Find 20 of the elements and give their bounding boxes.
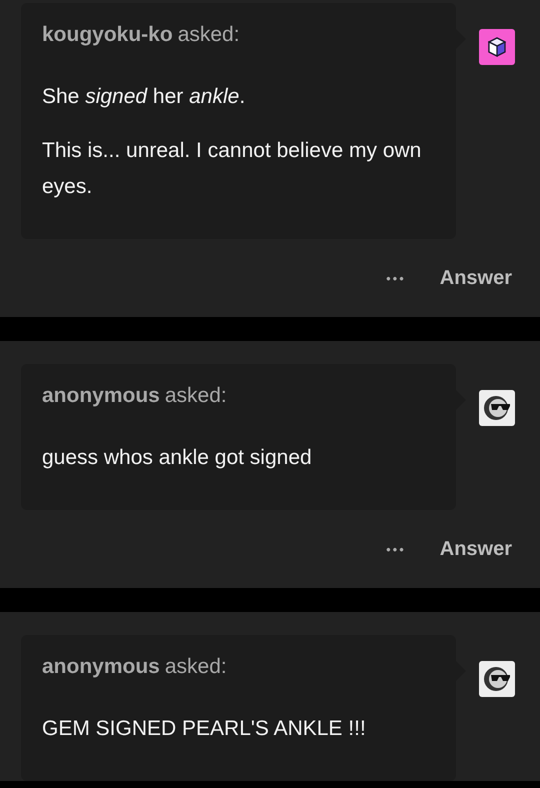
avatar[interactable] <box>479 29 515 65</box>
question-text: She signed her ankle. <box>42 84 246 110</box>
answer-button[interactable]: Answer <box>440 266 512 290</box>
sunglasses-face-icon <box>483 666 511 692</box>
avatar[interactable] <box>479 390 515 426</box>
asked-label: asked: <box>164 384 227 408</box>
question-text: GEM SIGNED PEARL'S ANKLE !!! <box>42 716 367 742</box>
asked-label: asked: <box>178 23 240 47</box>
asker-name: kougyoku-ko <box>42 23 173 47</box>
question-text: This is... unreal. I cannot believe my own eyes. <box>42 138 422 200</box>
sunglasses-face-icon <box>483 395 511 421</box>
more-options-button[interactable]: ••• <box>386 270 406 286</box>
more-options-button[interactable]: ••• <box>386 542 406 556</box>
answer-button[interactable]: Answer <box>440 538 512 560</box>
question-text: guess whos ankle got signed <box>42 445 313 471</box>
avatar[interactable] <box>479 661 515 697</box>
asker-name: anonymous <box>42 384 160 408</box>
asked-label: asked: <box>164 655 227 679</box>
asker-name: anonymous <box>42 655 160 679</box>
cube-icon <box>488 37 506 57</box>
